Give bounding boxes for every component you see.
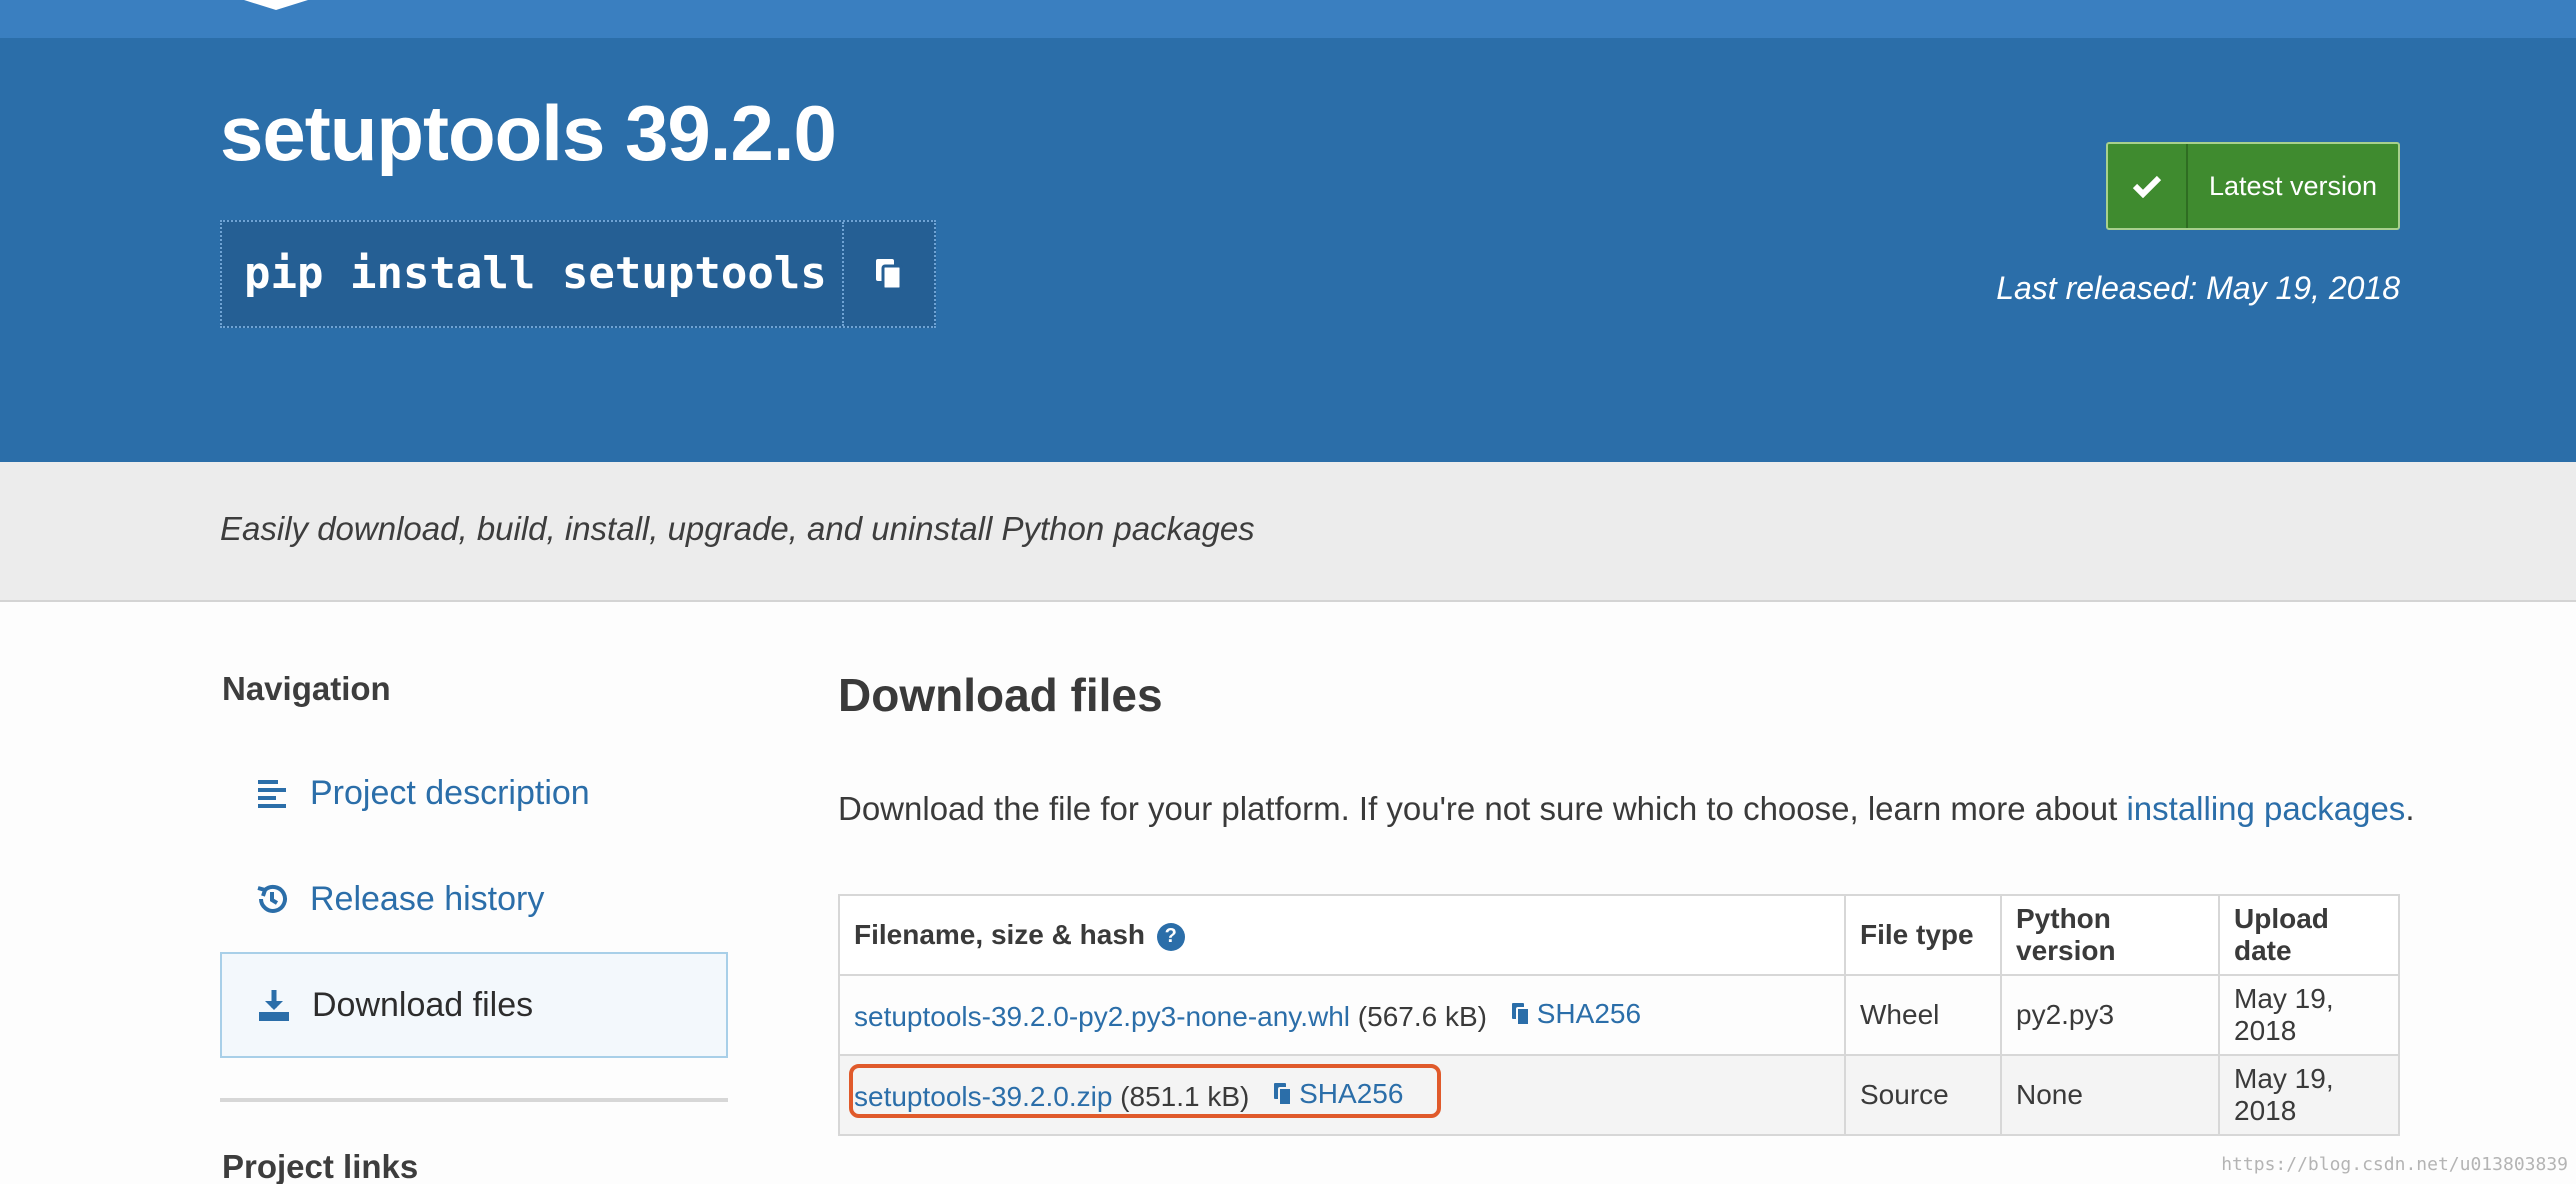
- table-row: setuptools-39.2.0.zip (851.1 kB) SHA256 …: [838, 1054, 2400, 1136]
- check-icon: [2108, 144, 2188, 228]
- download-icon: [256, 987, 292, 1023]
- copy-button[interactable]: [844, 222, 934, 326]
- release-date: Last released: May 19, 2018: [1996, 270, 2400, 306]
- table-header: Python version: [2000, 894, 2220, 976]
- pip-command-box: pip install setuptools: [220, 220, 936, 328]
- copy-icon: [1511, 1002, 1530, 1026]
- installing-packages-link[interactable]: installing packages: [2126, 790, 2405, 827]
- filename-cell: setuptools-39.2.0.zip (851.1 kB) SHA256: [838, 1054, 1846, 1136]
- latest-version-label: Latest version: [2208, 170, 2378, 201]
- navigation-heading: Navigation: [222, 670, 391, 707]
- python-version: py2.py3: [2000, 974, 2220, 1056]
- table-header: File type: [1844, 894, 2002, 976]
- copy-icon: [1274, 1082, 1293, 1106]
- copy-icon: [876, 259, 903, 291]
- table-header: Upload date: [2218, 894, 2400, 976]
- watermark: https://blog.csdn.net/u013803839: [2221, 1154, 2568, 1175]
- nav-project-description[interactable]: Project description: [220, 740, 728, 846]
- history-icon: [254, 881, 290, 917]
- package-summary-bar: Easily download, build, install, upgrade…: [0, 462, 2576, 602]
- help-icon[interactable]: ?: [1156, 922, 1185, 951]
- top-navbar: [0, 0, 2576, 38]
- download-intro: Download the file for your platform. If …: [838, 790, 2415, 827]
- file-type: Wheel: [1844, 974, 2002, 1056]
- file-size: (851.1 kB): [1120, 1080, 1250, 1112]
- nav-item-label: Project description: [310, 773, 590, 812]
- nav-item-label: Download files: [312, 985, 534, 1024]
- file-link[interactable]: setuptools-39.2.0-py2.py3-none-any.whl: [854, 1001, 1350, 1032]
- download-files-heading: Download files: [838, 669, 1163, 721]
- table-header-row: Filename, size & hash ? File type Python…: [838, 894, 2400, 976]
- table-row: setuptools-39.2.0-py2.py3-none-any.whl (…: [838, 974, 2400, 1056]
- nav-download-files[interactable]: Download files: [220, 952, 728, 1058]
- table-header: Filename, size & hash ?: [838, 894, 1846, 976]
- package-summary: Easily download, build, install, upgrade…: [220, 510, 1255, 547]
- pip-command[interactable]: pip install setuptools: [222, 222, 844, 326]
- sha256-link[interactable]: SHA256: [1511, 998, 1641, 1030]
- nav-item-label: Release history: [310, 879, 545, 918]
- project-links-heading: Project links: [222, 1148, 419, 1184]
- python-version: None: [2000, 1054, 2220, 1136]
- upload-date: May 19, 2018: [2218, 1054, 2400, 1136]
- sha256-link[interactable]: SHA256: [1273, 1078, 1403, 1110]
- upload-date: May 19, 2018: [2218, 974, 2400, 1056]
- filename-cell: setuptools-39.2.0-py2.py3-none-any.whl (…: [838, 974, 1846, 1056]
- file-type: Source: [1844, 1054, 2002, 1136]
- package-title: setuptools 39.2.0: [220, 89, 837, 177]
- file-link[interactable]: setuptools-39.2.0.zip: [854, 1081, 1112, 1112]
- latest-version-badge[interactable]: Latest version: [2106, 142, 2400, 230]
- pypi-logo[interactable]: [244, 0, 308, 10]
- file-size: (567.6 kB): [1357, 1000, 1487, 1032]
- align-left-icon: [254, 775, 290, 811]
- nav-divider: [220, 1098, 728, 1102]
- nav-release-history[interactable]: Release history: [220, 846, 728, 952]
- download-files-table: Filename, size & hash ? File type Python…: [838, 894, 2400, 1136]
